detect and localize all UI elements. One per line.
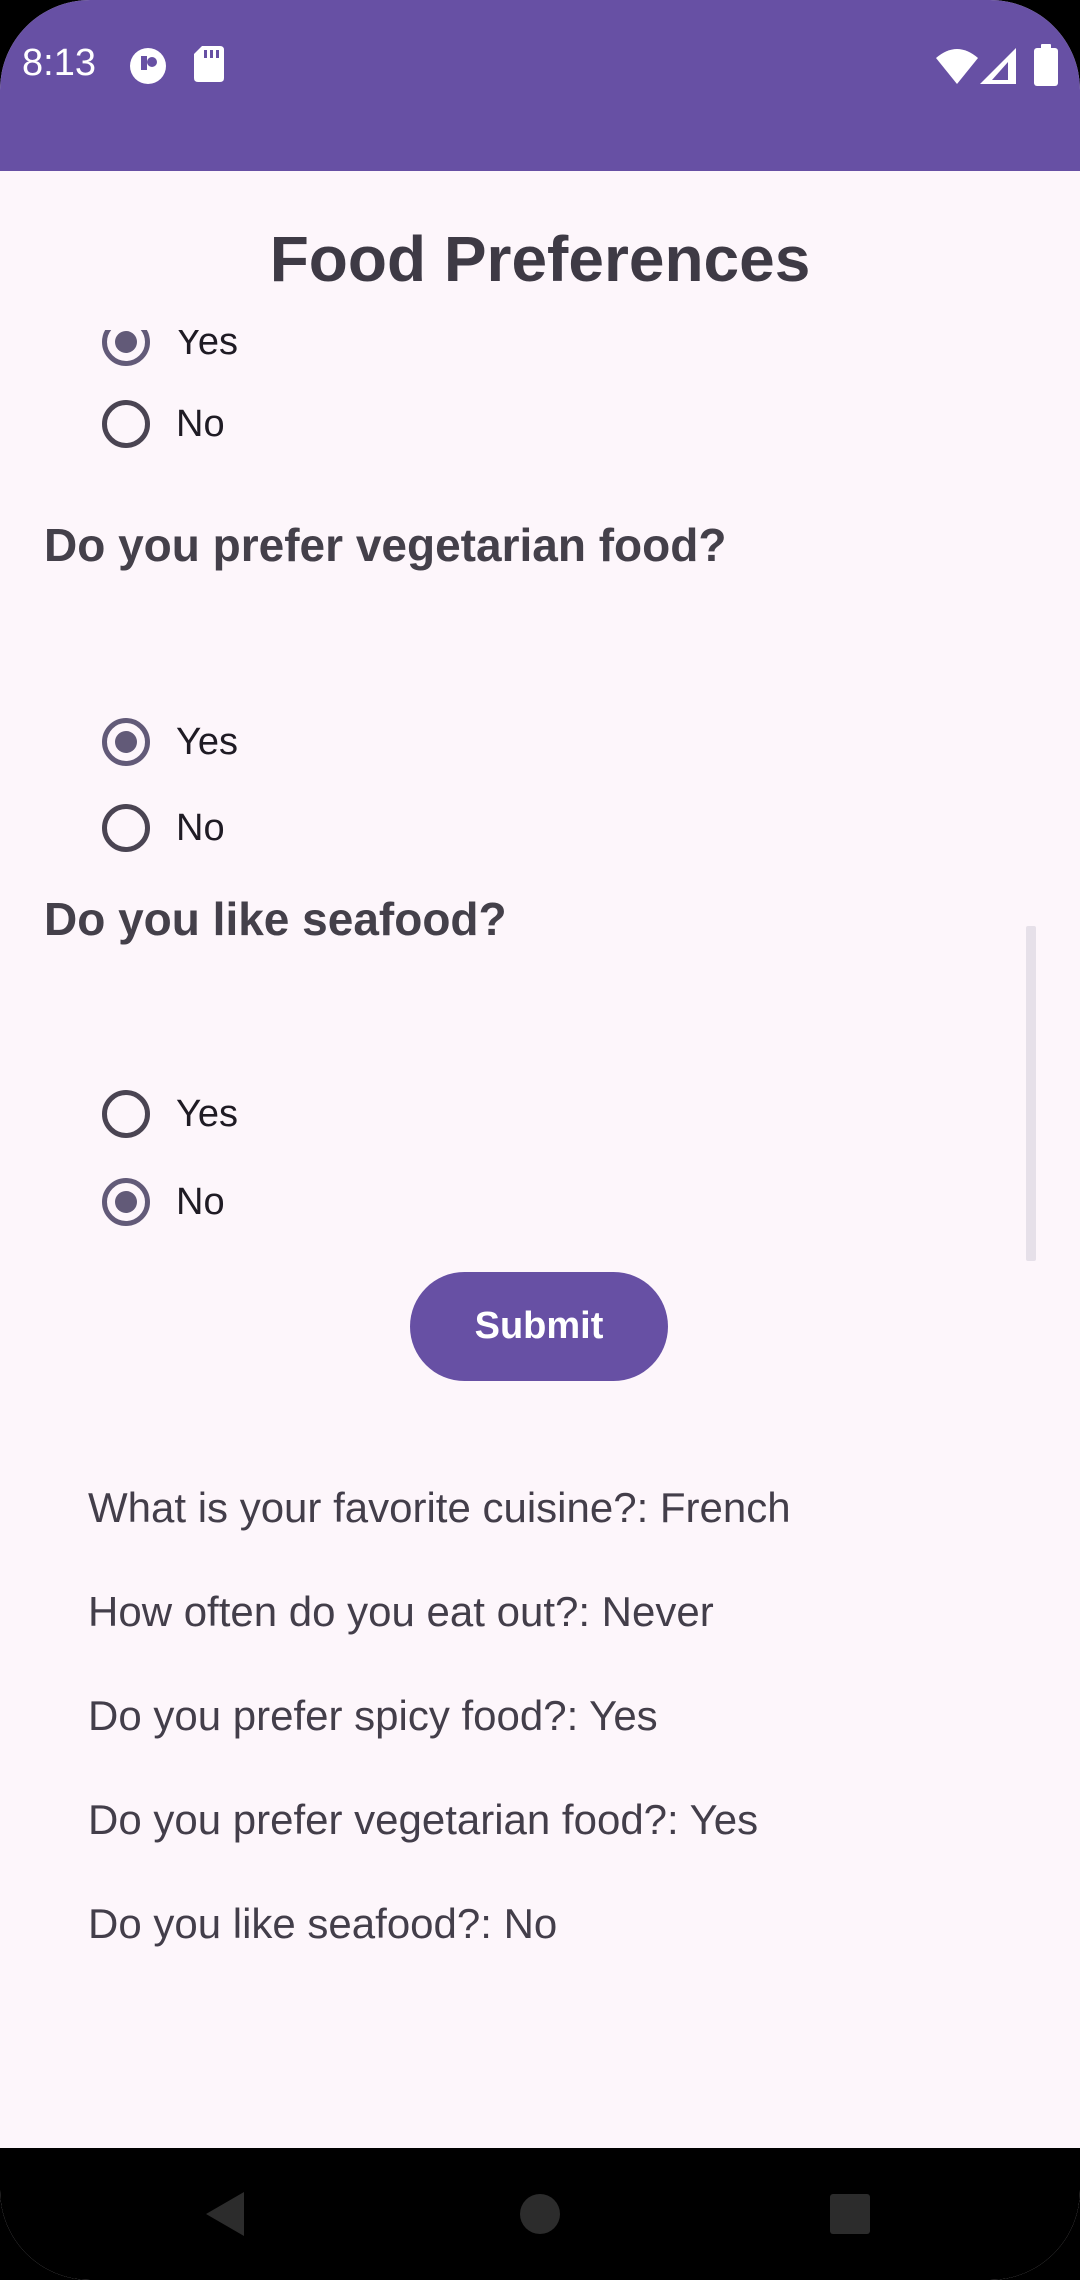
radio-option-q0-yes[interactable]: Yes xyxy=(102,330,238,372)
radio-button[interactable] xyxy=(102,400,150,448)
submit-button[interactable]: Submit xyxy=(410,1272,668,1381)
radio-label: No xyxy=(176,402,225,445)
home-button[interactable] xyxy=(460,2148,620,2280)
question-vegetarian: Do you prefer vegetarian food? xyxy=(44,519,727,571)
page-title: Food Preferences xyxy=(269,223,811,295)
questions-scroll-area[interactable]: Yes No Do you prefer vegetarian food? Ye… xyxy=(0,330,1080,1280)
radio-label: Yes xyxy=(176,1092,238,1135)
notification-app-icon xyxy=(130,48,166,84)
result-line: Do you like seafood?: No xyxy=(88,1900,558,1947)
result-line: How often do you eat out?: Never xyxy=(88,1588,714,1635)
home-circle-icon xyxy=(520,2194,560,2234)
signal-icon xyxy=(980,48,1016,84)
result-line: Do you prefer vegetarian food?: Yes xyxy=(88,1796,759,1843)
navigation-bar xyxy=(0,2148,1080,2280)
radio-button[interactable] xyxy=(102,718,150,766)
back-button[interactable] xyxy=(146,2148,306,2280)
result-line: What is your favorite cuisine?: French xyxy=(88,1484,791,1531)
status-time: 8:13 xyxy=(22,42,96,84)
back-triangle-icon xyxy=(206,2192,244,2236)
radio-button[interactable] xyxy=(102,330,150,366)
recents-button[interactable] xyxy=(770,2148,930,2280)
radio-button[interactable] xyxy=(102,804,150,852)
radio-option-seafood-no[interactable]: No xyxy=(102,1172,225,1232)
radio-option-seafood-yes[interactable]: Yes xyxy=(102,1084,238,1144)
scrollbar[interactable] xyxy=(1026,926,1036,1261)
radio-label: No xyxy=(176,806,225,849)
radio-label: No xyxy=(176,1180,225,1223)
radio-label: Yes xyxy=(176,720,238,763)
result-line: Do you prefer spicy food?: Yes xyxy=(88,1692,658,1739)
recents-square-icon xyxy=(830,2194,870,2234)
radio-option-vegetarian-yes[interactable]: Yes xyxy=(102,712,238,772)
radio-button[interactable] xyxy=(102,1090,150,1138)
question-seafood: Do you like seafood? xyxy=(44,893,507,945)
app-screen: 8:13 Food Preferences Yes No Do you pref… xyxy=(0,0,1080,2280)
battery-icon xyxy=(1034,44,1058,86)
radio-option-q0-no[interactable]: No xyxy=(102,394,225,454)
sd-card-icon xyxy=(194,46,224,82)
status-bar: 8:13 xyxy=(0,0,1080,171)
radio-option-vegetarian-no[interactable]: No xyxy=(102,798,225,858)
wifi-icon xyxy=(936,49,978,84)
radio-label: Yes xyxy=(176,330,238,363)
radio-button[interactable] xyxy=(102,1178,150,1226)
